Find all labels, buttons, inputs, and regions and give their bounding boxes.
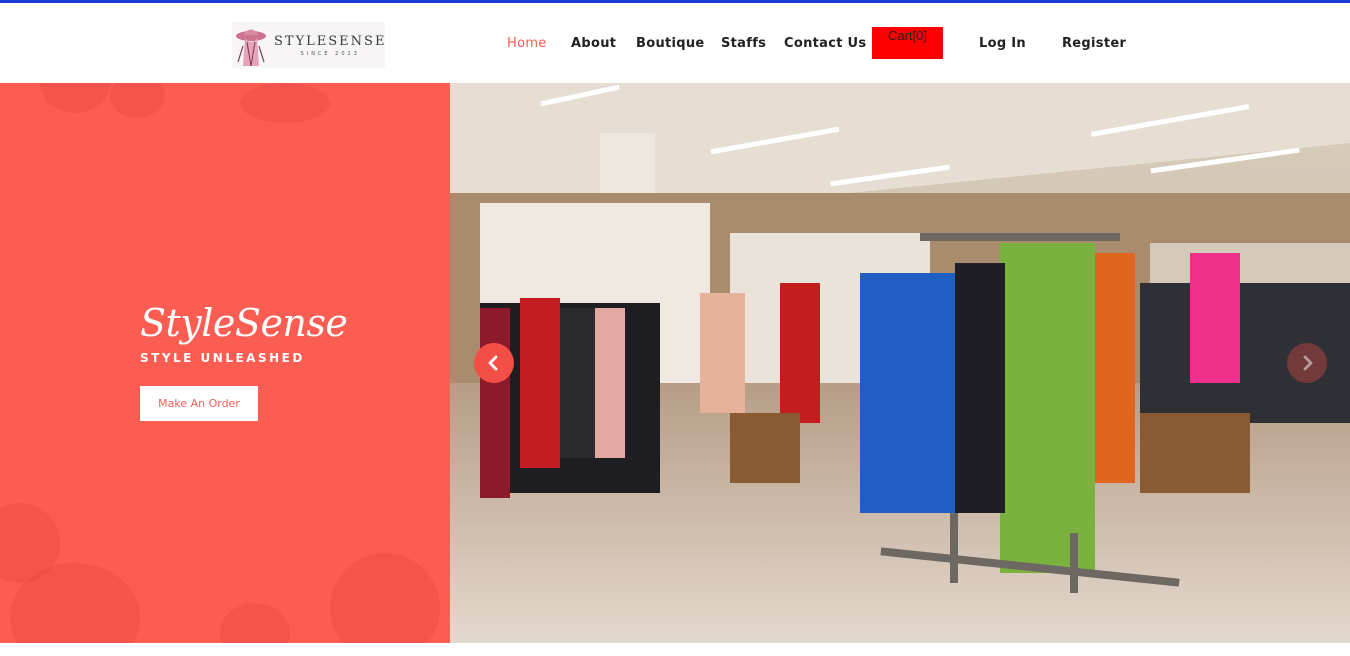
nav-register[interactable]: Register bbox=[1062, 36, 1126, 51]
hero-slider-image bbox=[450, 83, 1350, 643]
hero-brand-title: StyleSense bbox=[140, 301, 348, 345]
page-bottom-strip bbox=[0, 643, 1350, 656]
logo-subtitle: SINCE 2023 bbox=[300, 50, 360, 57]
decor-leaf bbox=[240, 83, 330, 123]
nav-home[interactable]: Home bbox=[507, 36, 547, 51]
nav-boutique[interactable]: Boutique bbox=[636, 36, 705, 51]
cart-button[interactable]: Cart[0] bbox=[872, 27, 943, 59]
nav-staffs[interactable]: Staffs bbox=[721, 36, 766, 51]
nav-login[interactable]: Log In bbox=[979, 36, 1026, 51]
decor-fruit bbox=[110, 83, 165, 118]
logo[interactable]: STYLESENSE SINCE 2023 bbox=[232, 22, 385, 68]
boutique-store-photo bbox=[450, 83, 1350, 643]
nav-contact[interactable]: Contact Us bbox=[784, 36, 866, 51]
logo-text: STYLESENSE SINCE 2023 bbox=[274, 34, 386, 57]
chevron-right-icon bbox=[1303, 355, 1313, 371]
header: STYLESENSE SINCE 2023 Home About Boutiqu… bbox=[0, 3, 1350, 83]
decor-fruit bbox=[40, 83, 110, 113]
make-order-button[interactable]: Make An Order bbox=[140, 386, 258, 421]
decor-fruit bbox=[330, 553, 440, 643]
logo-figure-icon bbox=[232, 22, 270, 68]
chevron-left-icon bbox=[488, 355, 498, 371]
nav-about[interactable]: About bbox=[571, 36, 616, 51]
hero-tagline: STYLE UNLEASHED bbox=[140, 351, 305, 365]
logo-title: STYLESENSE bbox=[274, 33, 387, 49]
decor-fruit bbox=[220, 603, 290, 643]
hero-text-panel: StyleSense STYLE UNLEASHED Make An Order bbox=[0, 83, 450, 643]
slider-prev-button[interactable] bbox=[474, 343, 514, 383]
slider-next-button[interactable] bbox=[1287, 343, 1327, 383]
